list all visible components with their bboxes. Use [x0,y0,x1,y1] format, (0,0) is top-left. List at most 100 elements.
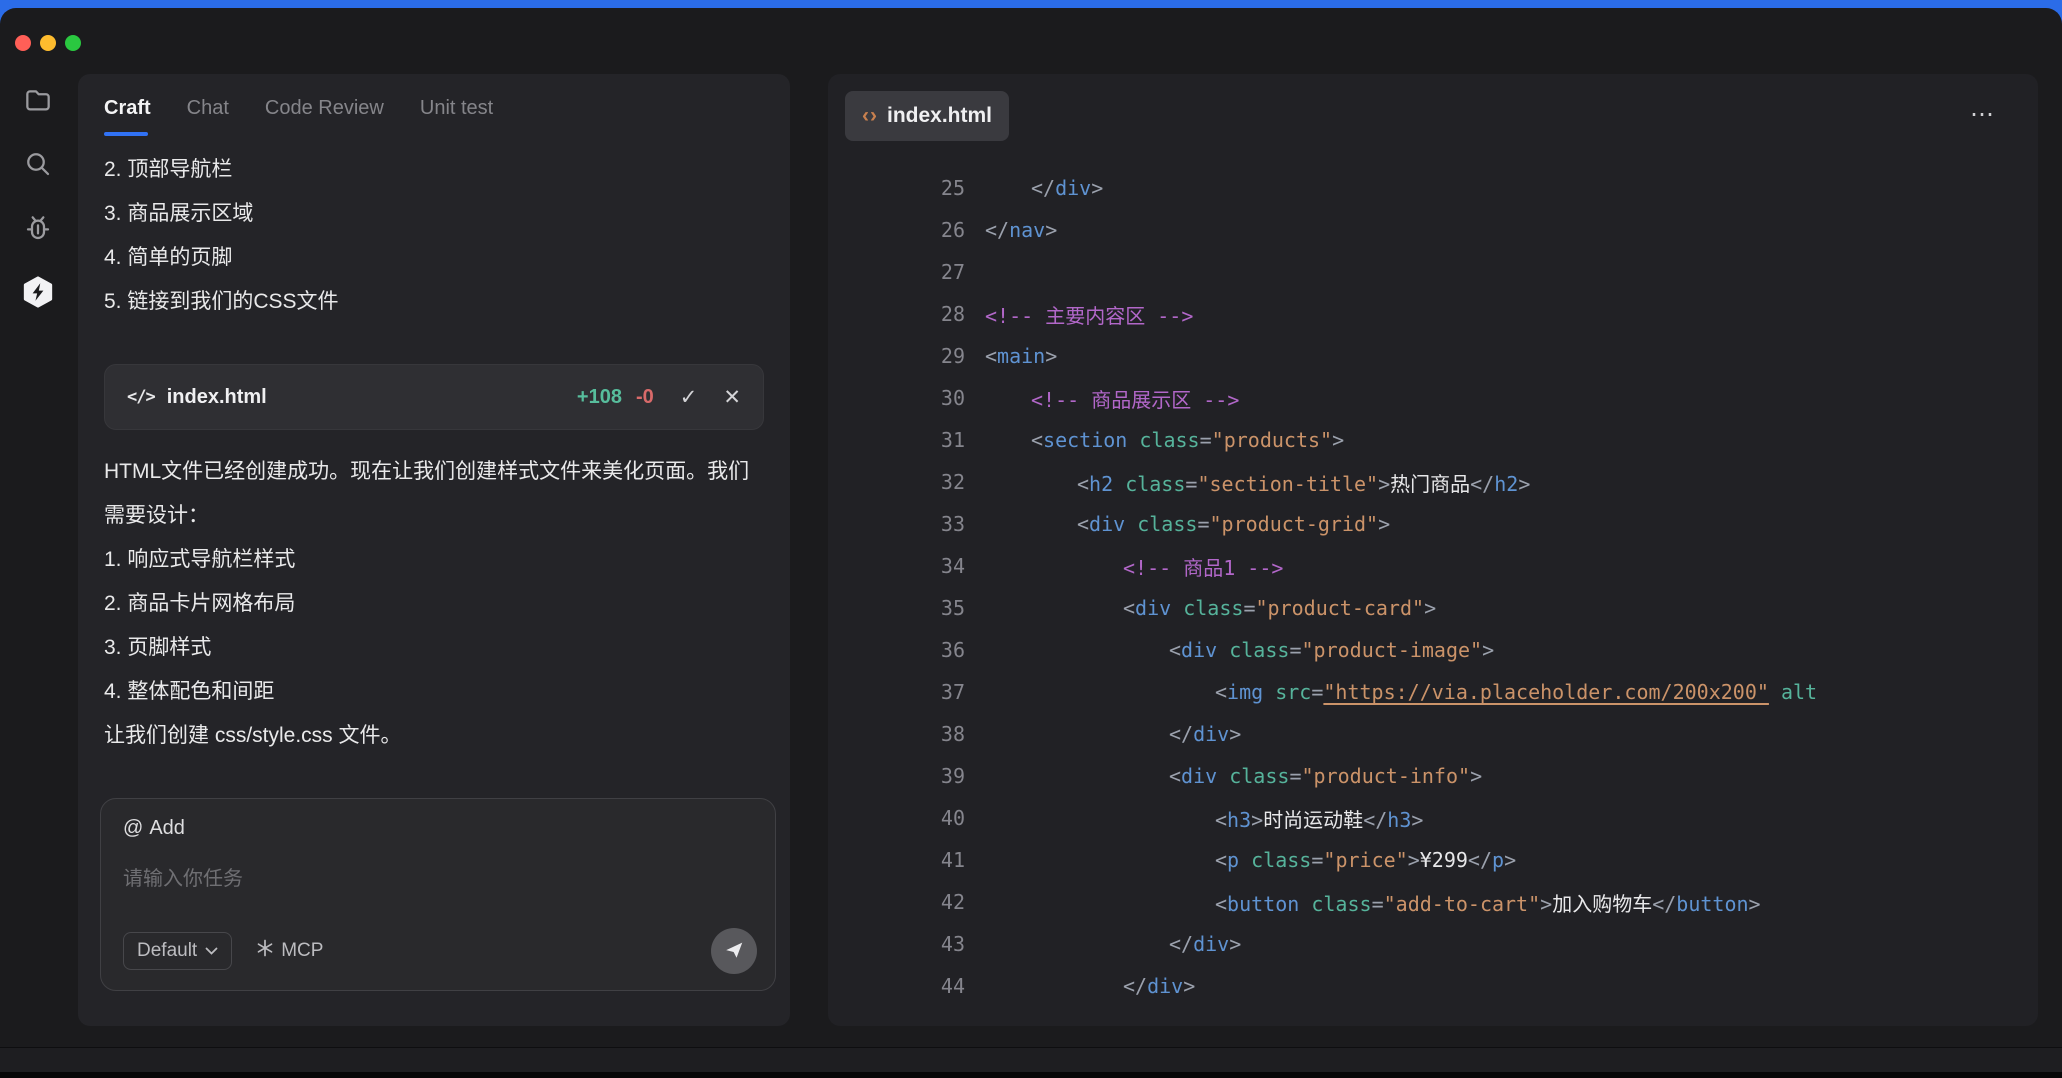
line-number: 27 [828,260,965,284]
assistant-panel: CraftChatCode ReviewUnit test 2. 顶部导航栏3.… [78,74,790,1026]
composer-toolbar: Default MCP [123,928,757,974]
sidebar-item-assistant[interactable] [16,270,60,314]
list-item: 5. 链接到我们的CSS文件 [104,280,764,324]
code-line: 43</div> [828,923,2038,965]
line-number: 42 [828,890,965,914]
close-window-button[interactable] [15,35,31,51]
line-number: 28 [828,302,965,326]
file-card-filename: index.html [167,386,267,409]
code-line: 30<!-- 商品展示区 --> [828,377,2038,419]
zoom-window-button[interactable] [65,35,81,51]
code-line: 40<h3>时尚运动鞋</h3> [828,797,2038,839]
editor-panel: ‹› index.html ⋯ 25</div>26</nav> 27 28<!--… [828,74,2038,1026]
code-lines: 25</div>26</nav> 27 28<!-- 主要内容区 -->29<mai… [828,74,2038,1007]
code-line: 44</div> [828,965,2038,1007]
code-line: 36<div class="product-image"> [828,629,2038,671]
code-line: 38</div> [828,713,2038,755]
editor-tab-filename: index.html [887,104,992,128]
tab-craft[interactable]: Craft [104,94,151,136]
code-line: 37<img src="https://via.placeholder.com/… [828,671,2038,713]
line-number: 40 [828,806,965,830]
window-controls [15,35,81,51]
sidebar-item-explorer[interactable] [16,78,60,122]
line-number: 35 [828,596,965,620]
at-icon: @ [123,817,143,840]
additions-count: +108 [577,386,622,409]
deletions-count: -0 [636,386,654,409]
list-item: 1. 响应式导航栏样式 [104,538,764,582]
line-number: 36 [828,638,965,662]
reject-change-button[interactable]: ✕ [723,387,741,408]
mcp-icon [256,939,274,963]
file-diff-card[interactable]: </> index.html +108 -0 ✓ ✕ [104,364,764,430]
line-number: 34 [828,554,965,578]
code-line: 39<div class="product-info"> [828,755,2038,797]
bug-icon [22,212,54,244]
line-number: 43 [828,932,965,956]
mcp-button[interactable]: MCP [256,939,323,963]
sidebar-item-search[interactable] [16,142,60,186]
code-line: 25</div> [828,167,2038,209]
search-icon [22,148,54,180]
accept-change-button[interactable]: ✓ [680,387,698,408]
code-brackets-icon: ‹› [862,104,878,128]
add-context-label: Add [149,817,185,840]
closing-text: 让我们创建 css/style.css 文件。 [104,714,764,758]
logo-icon [21,275,55,309]
design-list: 1. 响应式导航栏样式2. 商品卡片网格布局3. 页脚样式4. 整体配色和间距 [104,538,764,714]
line-number: 31 [828,428,965,452]
line-number: 25 [828,176,965,200]
list-item: 3. 页脚样式 [104,626,764,670]
list-item: 2. 商品卡片网格布局 [104,582,764,626]
add-context-button[interactable]: @ Add [123,817,185,840]
minimize-window-button[interactable] [40,35,56,51]
code-line: 29<main> [828,335,2038,377]
line-number: 38 [828,722,965,746]
code-line: 26</nav> [828,209,2038,251]
plan-list: 2. 顶部导航栏3. 商品展示区域4. 简单的页脚5. 链接到我们的CSS文件 [104,148,764,324]
code-line: 34<!-- 商品1 --> [828,545,2038,587]
mcp-label: MCP [281,940,323,962]
line-number: 30 [828,386,965,410]
chevron-down-icon [205,940,218,962]
status-bar [0,1047,2062,1072]
model-selector[interactable]: Default [123,932,232,970]
assistant-tabs: Craft Chat Code Review Unit test [104,94,764,136]
code-line: 35<div class="product-card"> [828,587,2038,629]
line-number: 32 [828,470,965,494]
assistant-message: HTML文件已经创建成功。现在让我们创建样式文件来美化页面。我们需要设计： [104,450,766,538]
task-input[interactable]: 请输入你任务 [123,862,753,891]
task-composer[interactable]: @ Add 请输入你任务 Default MCP [100,798,776,991]
send-button[interactable] [711,928,757,974]
code-line: 27 [828,251,2038,293]
line-number: 37 [828,680,965,704]
code-line: 28<!-- 主要内容区 --> [828,293,2038,335]
tab-unit-test[interactable]: Unit test [420,94,493,136]
editor-file-tab[interactable]: ‹› index.html [845,91,1009,141]
activity-bar [0,78,76,1038]
code-file-icon: </> [127,387,155,407]
line-number: 29 [828,344,965,368]
tab-chat[interactable]: Chat [187,94,229,136]
folder-icon [22,84,54,116]
code-line: 31<section class="products"> [828,419,2038,461]
list-item: 4. 简单的页脚 [104,236,764,280]
tab-code-review[interactable]: Code Review [265,94,384,136]
line-number: 41 [828,848,965,872]
code-line: 42<button class="add-to-cart">加入购物车</but… [828,881,2038,923]
overflow-menu-button[interactable]: ⋯ [1970,100,1996,129]
line-number: 44 [828,974,965,998]
line-number: 33 [828,512,965,536]
app-window: CraftChatCode ReviewUnit test 2. 顶部导航栏3.… [0,8,2062,1078]
code-line: 41<p class="price">¥299</p> [828,839,2038,881]
code-line: 32<h2 class="section-title">热门商品</h2> [828,461,2038,503]
code-line: 33<div class="product-grid"> [828,503,2038,545]
send-icon [723,939,745,964]
line-number: 39 [828,764,965,788]
line-number: 26 [828,218,965,242]
list-item: 4. 整体配色和间距 [104,670,764,714]
list-item: 3. 商品展示区域 [104,192,764,236]
bottom-edge [0,1072,2062,1078]
sidebar-item-debug[interactable] [16,206,60,250]
list-item: 2. 顶部导航栏 [104,148,764,192]
